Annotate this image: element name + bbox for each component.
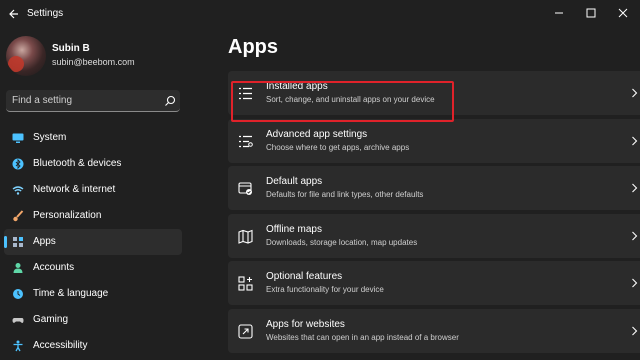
person-icon [13,263,23,273]
sidebar-item-accounts[interactable]: Accounts [4,255,182,281]
back-button[interactable] [6,6,22,22]
title-bar: Settings [0,0,640,28]
bluetooth-icon [12,158,24,170]
back-arrow-icon [9,9,18,19]
sidebar-item-label: Network & internet [33,184,116,195]
profile-name: Subin B [52,43,90,54]
sidebar-item-accessibility[interactable]: Accessibility [4,333,182,359]
card-subtitle: Choose where to get apps, archive apps [266,142,410,152]
sidebar-item-label: System [33,132,67,143]
card-subtitle: Extra functionality for your device [266,285,384,294]
search-input[interactable] [12,90,162,111]
card-title: Advanced app settings [266,128,368,140]
chevron-right-icon [632,183,638,193]
sidebar-item-label: Bluetooth & devices [33,158,122,169]
installed-apps-card[interactable]: Installed apps Sort, change, and uninsta… [228,71,640,115]
gamepad-icon [12,318,24,323]
sidebar-item-label: Accounts [33,262,75,273]
chevron-right-icon [632,278,638,288]
sidebar-item-bluetooth[interactable]: Bluetooth & devices [4,151,182,177]
apps-icon [13,237,23,247]
card-subtitle: Defaults for file and link types, other … [266,190,424,199]
card-subtitle: Websites that can open in an app instead… [266,332,459,342]
monitor-icon [12,133,24,143]
card-title: Optional features [266,271,343,282]
web-app-icon [238,323,253,339]
card-title: Default apps [266,176,323,187]
sidebar-item-apps[interactable]: Apps [4,229,182,255]
page-title: Apps [228,36,278,58]
search-box[interactable] [6,90,180,112]
sidebar-item-time-language[interactable]: Time & language [4,281,182,307]
list-settings-icon [239,135,253,147]
brush-icon [13,210,24,222]
apps-for-websites-card[interactable]: Apps for websites Websites that can open… [228,308,640,353]
close-button[interactable] [610,2,636,24]
maximize-button[interactable] [578,2,604,24]
sidebar-item-system[interactable]: System [4,125,182,151]
sidebar-item-network[interactable]: Network & internet [4,177,182,203]
sidebar-item-label: Apps [33,236,56,247]
sidebar-item-label: Personalization [33,210,102,221]
chevron-right-icon [632,231,638,240]
list-icon [239,87,252,100]
sidebar-nav: System Bluetooth & devices Network & int… [4,125,182,359]
card-title: Apps for websites [266,318,345,330]
maximize-icon [586,8,596,18]
sidebar-item-personalization[interactable]: Personalization [4,203,182,229]
wifi-icon [12,186,24,195]
globe-clock-icon [13,289,23,299]
profile-email: subin@beebom.com [52,57,135,67]
apps-settings-list: Installed apps Sort, change, and uninsta… [228,71,640,356]
sidebar-item-label: Time & language [33,288,109,299]
window-title: Settings [27,8,64,19]
sidebar-item-gaming[interactable]: Gaming [4,307,182,333]
sidebar-item-label: Accessibility [33,340,88,351]
card-subtitle: Downloads, storage location, map updates [266,237,418,247]
user-profile[interactable]: Subin B subin@beebom.com [6,36,206,76]
card-title: Installed apps [266,81,328,92]
minimize-icon [555,12,563,14]
card-title: Offline maps [266,223,322,235]
offline-maps-card[interactable]: Offline maps Downloads, storage location… [228,213,640,258]
default-apps-card[interactable]: Default apps Defaults for file and link … [228,166,640,210]
advanced-app-settings-card[interactable]: Advanced app settings Choose where to ge… [228,118,640,163]
chevron-right-icon [632,326,638,335]
default-apps-icon [238,182,252,195]
minimize-button[interactable] [546,2,572,24]
chevron-right-icon [632,136,638,145]
grid-plus-icon [238,276,253,291]
card-subtitle: Sort, change, and uninstall apps on your… [266,95,435,104]
close-icon [618,8,628,18]
sidebar-item-label: Gaming [33,314,69,325]
search-icon [165,95,176,106]
accessibility-icon [13,340,23,352]
chevron-right-icon [632,88,638,98]
optional-features-card[interactable]: Optional features Extra functionality fo… [228,261,640,305]
avatar [6,36,46,76]
map-icon [238,229,253,244]
